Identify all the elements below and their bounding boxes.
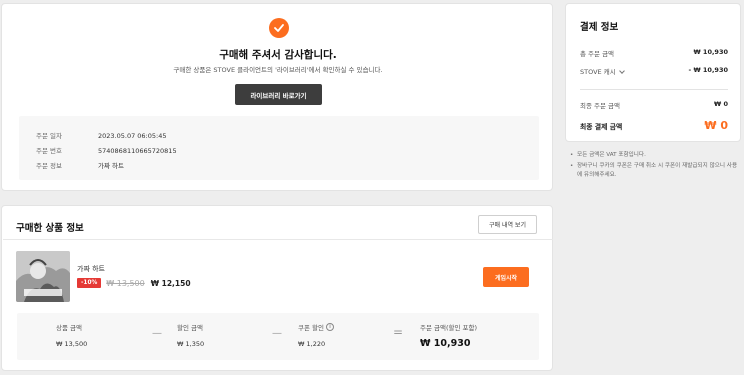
total-amount-label: 총 주문 금액 (580, 50, 615, 58)
divider (3, 239, 553, 240)
order-date-label: 주문 일자 (36, 132, 62, 140)
order-number-label: 주문 번호 (36, 147, 62, 155)
order-product-value: 가짜 하트 (98, 162, 124, 170)
summary-discount: 할인 금액 ₩ 1,350 (177, 322, 204, 348)
summary-coupon: 쿠폰 할인 i ₩ 1,220 (298, 322, 334, 348)
coupon-discount-label: 쿠폰 할인 (298, 324, 324, 332)
final-payment-value: ₩ 0 (704, 119, 728, 132)
order-number-row: 주문 번호 5740868110665720815 (36, 145, 177, 155)
payment-info-panel: 결제 정보 총 주문 금액 ₩ 10,930 STOVE 캐시 - ₩ 10,9… (565, 3, 741, 142)
payment-notes: 모든 금액은 VAT 포함입니다. 장바구니 쿠카의 쿠폰은 구매 취소 시 쿠… (570, 151, 742, 182)
chevron-down-icon[interactable] (618, 68, 625, 74)
minus-icon: — (272, 328, 282, 339)
coupon-discount-value: ₩ 1,220 (298, 340, 326, 348)
summary-total: 주문 금액(할인 포함) ₩ 10,930 (420, 322, 477, 349)
minus-icon: — (152, 328, 162, 339)
total-amount-value: ₩ 10,930 (693, 48, 728, 56)
stove-cash-value: - ₩ 10,930 (688, 66, 728, 74)
order-product-label: 주문 정보 (36, 162, 62, 170)
note-item: 장바구니 쿠카의 쿠폰은 구매 취소 시 쿠폰이 재발급되지 않으니 사용에 유… (570, 162, 742, 179)
product-amount-label: 상품 금액 (56, 324, 82, 332)
final-order-value: ₩ 0 (714, 100, 728, 108)
discount-badge: -10% (77, 278, 102, 288)
equals-icon: = (393, 325, 404, 339)
thanks-title: 구매해 주셔서 감사합니다. (219, 49, 337, 61)
products-title: 구매한 상품 정보 (16, 223, 84, 234)
product-amount-value: ₩ 13,500 (56, 340, 88, 348)
order-number-value: 5740868110665720815 (98, 147, 177, 155)
final-order-row: 최종 주문 금액 ₩ 0 (580, 100, 728, 110)
order-total-value: ₩ 10,930 (420, 338, 471, 349)
final-payment-label: 최종 결제 금액 (580, 122, 623, 131)
discount-amount-value: ₩ 1,350 (177, 340, 205, 348)
order-date-value: 2023.05.07 06:05:45 (98, 132, 167, 140)
price-line: -10% ₩ 13,500 ₩ 12,150 (77, 278, 191, 288)
order-total-label: 주문 금액(할인 포함) (420, 324, 478, 332)
sale-price: ₩ 12,150 (150, 278, 191, 288)
final-payment-row: 최종 결제 금액 ₩ 0 (580, 119, 728, 132)
library-button[interactable]: 라이브러리 바로가기 (235, 84, 322, 105)
order-product-row: 주문 정보 가짜 하트 (36, 160, 124, 170)
note-item: 모든 금액은 VAT 포함입니다. (570, 151, 742, 160)
check-icon (269, 18, 289, 38)
purchase-history-button[interactable]: 구매 내역 보기 (478, 215, 537, 234)
original-price: ₩ 13,500 (106, 278, 145, 288)
order-info-box: 주문 일자 2023.05.07 06:05:45 주문 번호 5740868110… (19, 116, 539, 180)
final-order-label: 최종 주문 금액 (580, 102, 621, 110)
stove-cash-row[interactable]: STOVE 캐시 - ₩ 10,930 (580, 66, 728, 76)
purchased-products-card: 구매한 상품 정보 구매 내역 보기 가짜 하트 -10% ₩ 13,500 ₩… (1, 205, 553, 371)
divider (580, 89, 728, 90)
total-amount-row: 총 주문 금액 ₩ 10,930 (580, 48, 728, 58)
discount-amount-label: 할인 금액 (177, 324, 203, 332)
summary-product-amount: 상품 금액 ₩ 13,500 (56, 322, 87, 348)
order-date-row: 주문 일자 2023.05.07 06:05:45 (36, 130, 166, 140)
info-icon[interactable]: i (326, 323, 334, 331)
stove-cash-label[interactable]: STOVE 캐시 (580, 68, 616, 76)
thanks-subtitle: 구매한 상품은 STOVE 클라이언트의 '라이브러리'에서 확인하실 수 있습… (173, 66, 383, 74)
game-start-button[interactable]: 게임시작 (483, 267, 529, 287)
game-thumbnail[interactable] (16, 251, 70, 302)
payment-title: 결제 정보 (580, 22, 619, 33)
order-complete-card: 구매해 주셔서 감사합니다. 구매한 상품은 STOVE 클라이언트의 '라이브… (1, 3, 553, 191)
game-name: 가짜 하트 (77, 265, 105, 273)
